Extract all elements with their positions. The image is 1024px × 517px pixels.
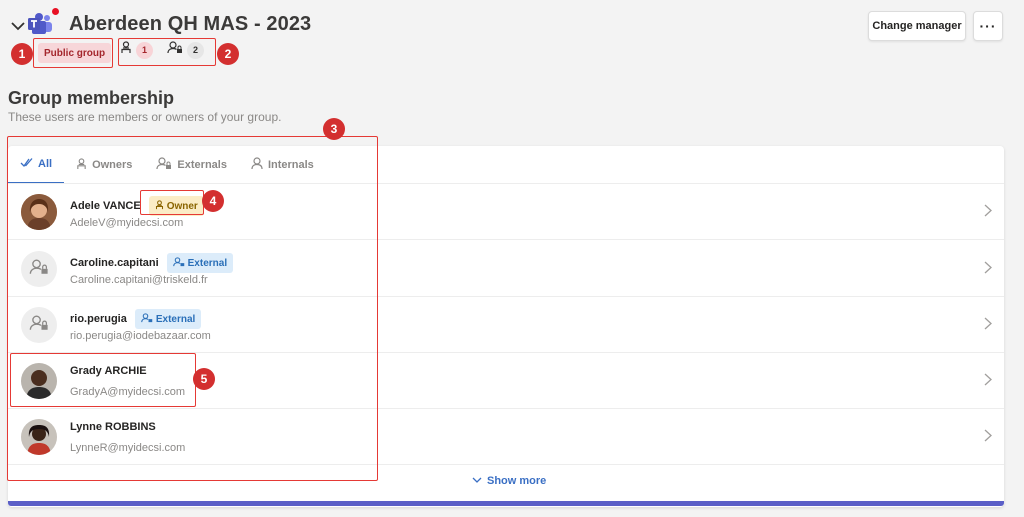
annotation-box (33, 38, 113, 68)
annotation-box (118, 38, 216, 66)
notification-dot (52, 8, 59, 15)
chevron-right-icon[interactable] (984, 429, 992, 447)
chevron-right-icon[interactable] (984, 373, 992, 391)
teams-logo-icon (28, 12, 58, 38)
annotation-marker: 2 (217, 43, 239, 65)
annotation-box (10, 353, 196, 407)
show-more-button[interactable]: Show more (472, 475, 546, 487)
show-more-label: Show more (487, 475, 547, 487)
card-bottom-bar (8, 501, 1004, 506)
change-manager-button[interactable]: Change manager (868, 11, 966, 41)
annotation-marker: 3 (323, 118, 345, 140)
more-options-button[interactable]: ··· (973, 11, 1003, 41)
chevron-right-icon[interactable] (984, 204, 992, 222)
section-title: Group membership (8, 88, 175, 108)
annotation-marker: 5 (193, 368, 215, 390)
annotation-marker: 4 (202, 190, 224, 212)
chevron-right-icon[interactable] (984, 261, 992, 279)
chevron-right-icon[interactable] (984, 317, 992, 335)
section-subtitle: These users are members or owners of you… (8, 110, 282, 124)
annotation-box (140, 190, 204, 215)
page-title: Aberdeen QH MAS - 2023 (69, 13, 312, 35)
annotation-box (7, 136, 378, 481)
collapse-chevron-icon[interactable] (9, 17, 27, 35)
chevron-down-icon (472, 475, 482, 487)
annotation-marker: 1 (11, 43, 33, 65)
